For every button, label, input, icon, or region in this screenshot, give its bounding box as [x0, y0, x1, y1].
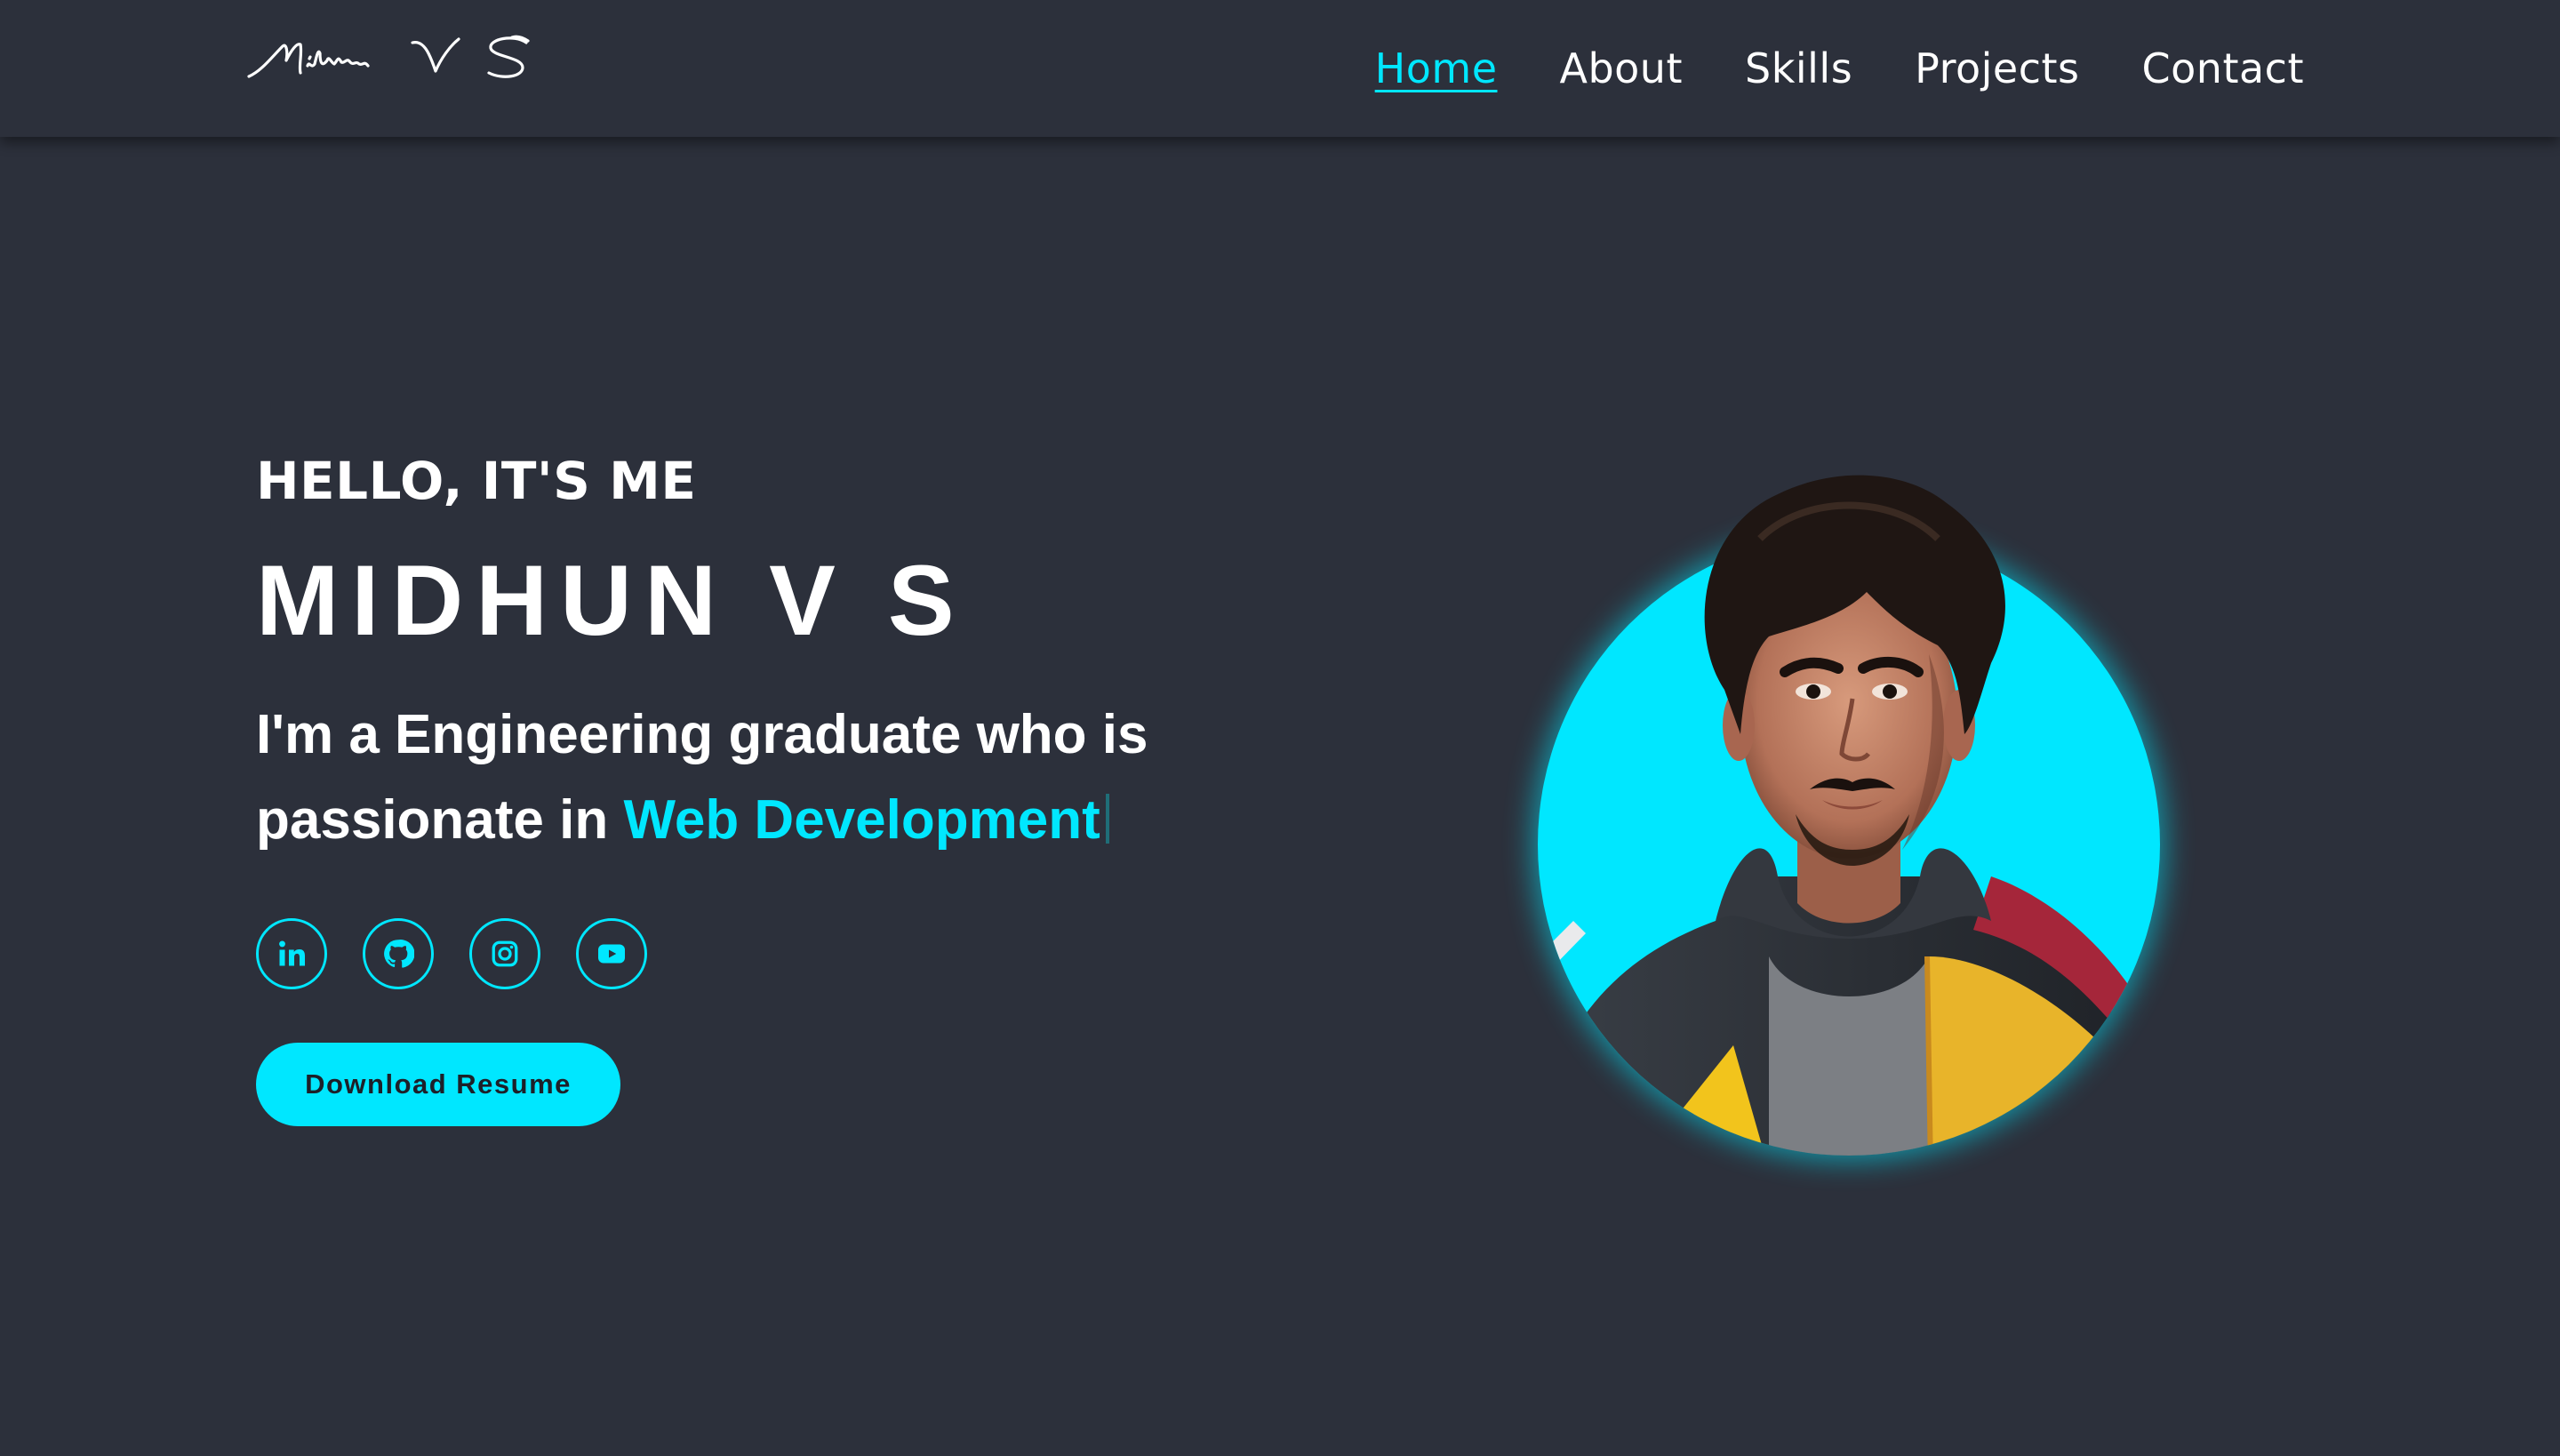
- social-links: [256, 917, 1323, 989]
- nav-projects[interactable]: Projects: [1915, 44, 2079, 92]
- github-icon: [384, 940, 414, 968]
- navbar: Home About Skills Projects Contact: [0, 0, 2560, 137]
- tagline-highlight: Web Development: [623, 788, 1100, 851]
- linkedin-link[interactable]: [256, 917, 327, 989]
- hero-greeting: HELLO, IT'S ME: [256, 451, 697, 511]
- instagram-link[interactable]: [469, 917, 540, 989]
- github-link[interactable]: [363, 917, 434, 989]
- nav-skills[interactable]: Skills: [1745, 44, 1852, 92]
- youtube-link[interactable]: [576, 917, 647, 989]
- nav-contact[interactable]: Contact: [2142, 44, 2304, 92]
- nav-about[interactable]: About: [1560, 44, 1684, 92]
- hero-section: HELLO, IT'S ME MIDHUN V S I'm a Engineer…: [256, 451, 1323, 1126]
- nav-home[interactable]: Home: [1375, 44, 1498, 92]
- hero-name: MIDHUN V S: [256, 544, 967, 656]
- profile-portrait: [1511, 459, 2165, 1170]
- linkedin-icon: [279, 940, 305, 966]
- profile-photo: [1532, 475, 2165, 1161]
- instagram-icon: [492, 940, 518, 967]
- typing-cursor: [1105, 793, 1109, 844]
- main-nav: Home About Skills Projects Contact: [1375, 0, 2304, 137]
- download-resume-button[interactable]: Download Resume: [256, 1042, 620, 1126]
- logo-signature[interactable]: [245, 30, 539, 87]
- hero-tagline: I'm a Engineering graduate who is passio…: [256, 692, 1323, 863]
- youtube-icon: [598, 944, 625, 964]
- logo-signature-graphic: [247, 35, 530, 78]
